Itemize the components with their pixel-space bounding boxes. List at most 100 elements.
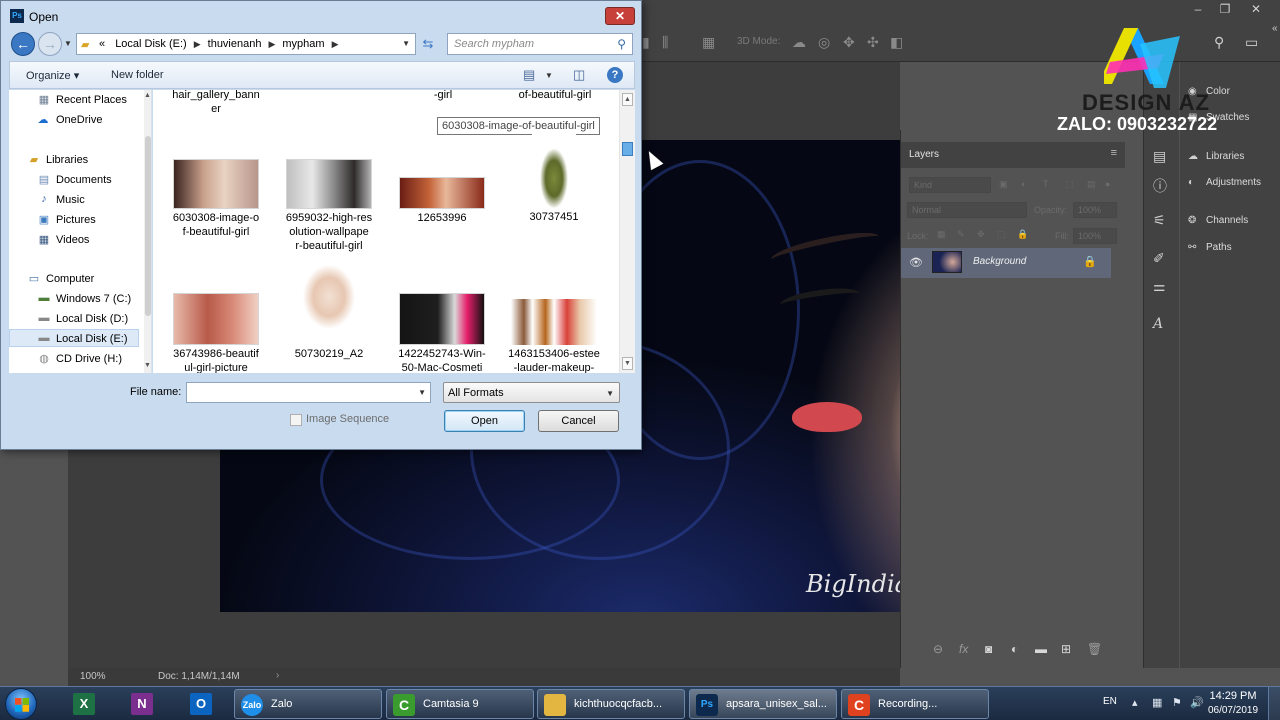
breadcrumb-item[interactable]: mypham	[282, 38, 324, 50]
new-layer-icon[interactable]: ⊞	[1061, 642, 1071, 656]
show-desktop-button[interactable]	[1268, 687, 1280, 720]
file-item[interactable]: 30737451	[504, 134, 604, 224]
help-icon[interactable]: ?	[607, 67, 623, 83]
workspace-icon[interactable]: ▭	[1245, 34, 1258, 51]
breadcrumb-item[interactable]: thuvienanh	[208, 38, 262, 50]
roll-3d-icon[interactable]: ◎	[818, 34, 830, 51]
chevron-right-icon[interactable]: ▶	[194, 39, 201, 49]
preview-pane-icon[interactable]: ◫	[573, 67, 585, 83]
glyphs-icon[interactable]: A	[1153, 316, 1163, 332]
search-input[interactable]	[448, 34, 608, 54]
lock-move-icon[interactable]: ✥	[977, 229, 985, 240]
filter-image-icon[interactable]: ▣	[999, 179, 1008, 190]
nav-music[interactable]: ♪ Music	[9, 191, 139, 209]
nav-documents[interactable]: ▤ Documents	[9, 171, 139, 189]
start-button[interactable]	[5, 688, 37, 720]
chevron-down-icon[interactable]: ▼	[144, 362, 151, 369]
nav-onedrive[interactable]: ☁ OneDrive	[9, 111, 139, 129]
recent-locations-dropdown[interactable]: ▼	[64, 39, 72, 48]
slide-3d-icon[interactable]: ✣	[867, 34, 879, 51]
file-item[interactable]: 6030308-image-o f-beautiful-girl	[166, 159, 266, 239]
file-item[interactable]: 1463153406-estee -lauder-makeup-	[504, 299, 604, 373]
minimize-icon[interactable]: –	[1185, 2, 1211, 16]
taskbar-task-folder[interactable]: kichthuocqcfacb...	[537, 689, 685, 719]
taskbar-task-photoshop[interactable]: Ps apsara_unisex_sal...	[689, 689, 837, 719]
search-icon[interactable]: ⚲	[1214, 34, 1224, 51]
opacity-field[interactable]: 100%	[1073, 202, 1117, 218]
lock-icon[interactable]: 🔒	[1083, 255, 1097, 268]
taskbar-pin-excel[interactable]: X	[64, 690, 104, 718]
arrange-icon[interactable]: ▦	[702, 34, 715, 51]
chevron-right-icon[interactable]: ›	[276, 670, 279, 681]
trash-icon[interactable]: 🗑	[1087, 642, 1102, 656]
taskbar-pin-outlook[interactable]: O	[181, 690, 221, 718]
nav-scrollbar[interactable]: ▲ ▼	[144, 90, 151, 373]
flag-icon[interactable]: ⚑	[1172, 696, 1182, 709]
nav-libraries[interactable]: ▰ Libraries	[9, 151, 139, 169]
panel-menu-icon[interactable]: ≡	[1111, 147, 1117, 159]
panel-adjustments[interactable]: ◐ Adjustments	[1188, 177, 1261, 188]
nav-computer[interactable]: ▭ Computer	[9, 270, 139, 288]
image-sequence-checkbox[interactable]	[290, 414, 302, 426]
network-icon[interactable]: ▦	[1152, 696, 1162, 709]
clock-time[interactable]: 14:29 PM	[1208, 690, 1258, 702]
nav-local-disk-e[interactable]: ▬ Local Disk (E:)	[9, 329, 139, 347]
sliders-icon[interactable]: ⚌	[1153, 278, 1166, 295]
restore-icon[interactable]: ❐	[1212, 2, 1238, 16]
address-dropdown-icon[interactable]: ▼	[402, 39, 410, 48]
chevron-up-icon[interactable]: ▲	[144, 92, 151, 99]
chevron-right-icon[interactable]: ▶	[332, 39, 339, 49]
layer-row-background[interactable]: 👁 Background 🔒	[901, 248, 1111, 278]
volume-icon[interactable]: 🔊	[1190, 696, 1204, 709]
lock-artboard-icon[interactable]: ⬚	[997, 229, 1006, 240]
eye-icon[interactable]: 👁	[909, 256, 923, 269]
close-button[interactable]: ✕	[605, 7, 635, 25]
panel-libraries[interactable]: ☁ Libraries	[1188, 151, 1244, 162]
collapse-panels-icon[interactable]: «	[1272, 23, 1278, 34]
chevron-up-icon[interactable]: ▴	[1132, 696, 1138, 709]
lock-brush-icon[interactable]: ✎	[957, 229, 965, 240]
nav-videos[interactable]: ▦ Videos	[9, 231, 139, 249]
panel-channels[interactable]: ❂ Channels	[1188, 215, 1248, 226]
format-select[interactable]: All Formats ▼	[443, 382, 620, 403]
filter-shape-icon[interactable]: ⬚	[1065, 179, 1074, 190]
filter-toggle-icon[interactable]: ●	[1105, 179, 1110, 189]
character-icon[interactable]: ⚟	[1153, 212, 1166, 229]
breadcrumb-overflow[interactable]: «	[99, 38, 105, 50]
fill-field[interactable]: 100%	[1073, 228, 1117, 244]
nav-windows7-drive[interactable]: ▬ Windows 7 (C:)	[9, 290, 139, 308]
brush-icon[interactable]: ✐	[1153, 250, 1165, 267]
file-item[interactable]: 36743986-beautif ul-girl-picture	[166, 293, 266, 373]
lock-pixels-icon[interactable]: ▦	[937, 229, 946, 240]
new-folder-button[interactable]: New folder	[111, 69, 164, 81]
properties-icon[interactable]: ▤	[1153, 148, 1166, 165]
file-item[interactable]: 6959032-high-res olution-wallpape r-beau…	[279, 159, 379, 253]
file-item[interactable]: -girl	[393, 90, 493, 102]
taskbar-task-recording[interactable]: C Recording...	[841, 689, 989, 719]
mask-icon[interactable]: ◙	[985, 642, 992, 656]
filter-smart-icon[interactable]: ▤	[1087, 179, 1096, 190]
info-icon[interactable]: ⓘ	[1153, 176, 1167, 196]
chevron-down-icon[interactable]: ▼	[418, 388, 426, 397]
adjustment-layer-icon[interactable]: ◐	[1011, 642, 1018, 656]
file-scrollbar[interactable]: ▲ ▼	[619, 90, 635, 373]
file-name-input[interactable]	[187, 383, 415, 402]
blend-mode-select[interactable]: Normal	[907, 202, 1027, 218]
pan-3d-icon[interactable]: ✥	[843, 34, 855, 51]
scale-3d-icon[interactable]: ◧	[890, 34, 903, 51]
nav-local-disk-d[interactable]: ▬ Local Disk (D:)	[9, 310, 139, 328]
address-bar[interactable]: ▰ « Local Disk (E:) ▶ thuvienanh ▶ mypham ▶ ▼	[76, 33, 416, 55]
cancel-button[interactable]: Cancel	[538, 410, 619, 432]
file-item[interactable]: of-beautiful-girl	[505, 90, 605, 102]
nav-cd-drive[interactable]: ◍ CD Drive (H:)	[9, 350, 139, 368]
taskbar-task-zalo[interactable]: Zalo Zalo	[234, 689, 382, 719]
open-button[interactable]: Open	[444, 410, 525, 432]
back-button[interactable]: ←	[11, 32, 35, 56]
file-item[interactable]: 50730219_A2	[279, 262, 379, 361]
file-item[interactable]: 12653996	[392, 177, 492, 225]
lock-all-icon[interactable]: 🔒	[1017, 229, 1028, 240]
align-icon[interactable]: ▮	[642, 34, 650, 51]
chevron-right-icon[interactable]: ▶	[268, 39, 275, 49]
view-options-icon[interactable]: ▤	[523, 67, 535, 83]
tab-layers[interactable]: Layers	[909, 149, 939, 160]
